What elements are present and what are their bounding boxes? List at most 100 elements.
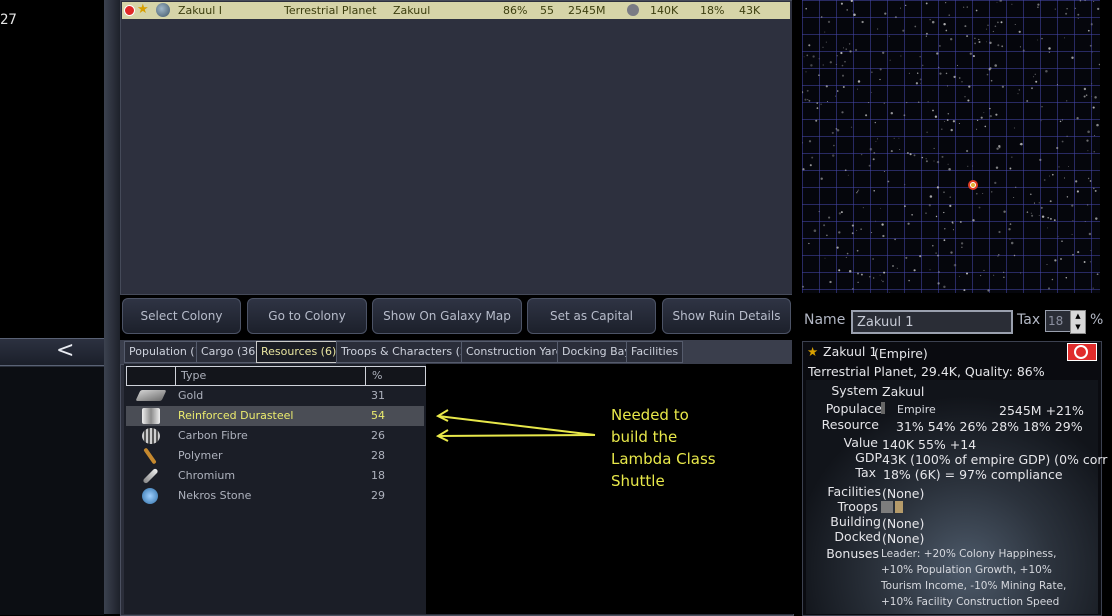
- stepper-up-icon[interactable]: ▲: [1071, 311, 1085, 322]
- star: [808, 44, 811, 47]
- star: [976, 128, 978, 130]
- tab-cargo[interactable]: Cargo (36): [196, 341, 265, 363]
- go-to-colony-button[interactable]: Go to Colony: [247, 298, 367, 334]
- resource-row-polymer[interactable]: Polymer 28: [126, 446, 424, 466]
- star: [825, 85, 828, 88]
- star: [857, 281, 859, 283]
- star: [1092, 187, 1095, 190]
- tab-facilities[interactable]: Facilities: [626, 341, 684, 363]
- star: [1063, 177, 1066, 179]
- star: [872, 158, 875, 161]
- star: [1041, 215, 1045, 218]
- star: [1046, 263, 1048, 266]
- docked-label: Docked: [834, 529, 881, 544]
- star: [920, 82, 921, 84]
- tax-stepper[interactable]: ▲ ▼: [1070, 310, 1086, 334]
- resource-name: Polymer: [178, 449, 223, 462]
- column-percent[interactable]: %: [372, 369, 382, 382]
- colony-row-selected[interactable]: ★ Zakuul I Terrestrial Planet Zakuul 86%…: [122, 2, 790, 19]
- colony-system: Zakuul: [393, 4, 431, 17]
- star: [935, 215, 938, 218]
- star: [845, 256, 847, 258]
- star: [974, 37, 976, 40]
- star: [869, 147, 873, 151]
- star: [1013, 254, 1016, 257]
- star: [1039, 158, 1042, 162]
- star: [889, 292, 891, 293]
- tab-troops-characters[interactable]: Troops & Characters (2): [336, 341, 477, 363]
- star: [1064, 37, 1065, 39]
- resources-header: Type %: [126, 366, 426, 386]
- star: [1008, 228, 1011, 231]
- star: [808, 140, 812, 143]
- star: [1084, 221, 1086, 222]
- star: [936, 186, 939, 189]
- star: [896, 267, 898, 269]
- colony-tax: 18%: [700, 4, 725, 17]
- chevron-left-icon[interactable]: <: [56, 340, 74, 362]
- star: [838, 269, 841, 272]
- star: [921, 64, 924, 67]
- star: [815, 119, 818, 122]
- star: [1089, 180, 1092, 182]
- column-type[interactable]: Type: [181, 369, 206, 382]
- star: [871, 71, 873, 73]
- star: [881, 223, 884, 226]
- star: [1048, 47, 1051, 50]
- star: [949, 204, 952, 208]
- star: [1093, 151, 1095, 153]
- populace-race: Empire: [897, 403, 936, 416]
- star: [1090, 23, 1093, 26]
- star: [1051, 173, 1054, 176]
- star: [980, 116, 983, 119]
- resource-name: Carbon Fibre: [178, 429, 248, 442]
- star: [1089, 261, 1092, 263]
- star: [847, 174, 849, 176]
- star: [812, 55, 815, 58]
- star: [1074, 7, 1077, 10]
- star: [882, 280, 884, 283]
- select-colony-button[interactable]: Select Colony: [122, 298, 241, 334]
- info-empire: (Empire): [874, 346, 928, 361]
- star: [862, 207, 864, 209]
- star: [1003, 210, 1006, 213]
- star: [1043, 179, 1046, 181]
- star: [892, 265, 894, 267]
- colony-name-input[interactable]: [851, 310, 1013, 334]
- star: [861, 20, 864, 24]
- star: [856, 190, 859, 193]
- star: [1026, 211, 1029, 213]
- star: [1083, 87, 1087, 91]
- tab-resources[interactable]: Resources (6): [256, 341, 342, 363]
- star: [883, 102, 885, 104]
- star: [986, 28, 988, 30]
- star: [1056, 84, 1058, 86]
- star: [905, 4, 907, 7]
- show-ruin-details-button[interactable]: Show Ruin Details: [662, 298, 791, 334]
- star: [1014, 23, 1016, 25]
- resource-row-reinforced-durasteel[interactable]: Reinforced Durasteel 54: [126, 406, 424, 426]
- show-galaxy-map-button[interactable]: Show On Galaxy Map: [372, 298, 522, 334]
- star: [889, 59, 891, 61]
- set-capital-button[interactable]: Set as Capital: [527, 298, 656, 334]
- resource-row-gold[interactable]: Gold 31: [126, 386, 424, 406]
- tab-construction-yard[interactable]: Construction Yard: [461, 341, 568, 363]
- collapse-bar[interactable]: [0, 338, 104, 366]
- tab-docking-bay[interactable]: Docking Bay: [557, 341, 636, 363]
- star: [802, 285, 805, 288]
- star: [1033, 202, 1036, 204]
- galaxy-minimap[interactable]: [802, 0, 1100, 293]
- tax-rate-input[interactable]: [1045, 310, 1073, 332]
- star: [958, 122, 960, 125]
- resource-row-carbon-fibre[interactable]: Carbon Fibre 26: [126, 426, 424, 446]
- stepper-down-icon[interactable]: ▼: [1071, 322, 1085, 333]
- star: [913, 269, 916, 272]
- star: [844, 169, 847, 172]
- star: [1057, 235, 1059, 237]
- star: [850, 126, 853, 128]
- star: [926, 131, 928, 133]
- star: [907, 222, 910, 225]
- resource-row-chromium[interactable]: Chromium 18: [126, 466, 424, 486]
- resource-row-nekros-stone[interactable]: Nekros Stone 29: [126, 486, 424, 506]
- colony-population: 2545M: [568, 4, 606, 17]
